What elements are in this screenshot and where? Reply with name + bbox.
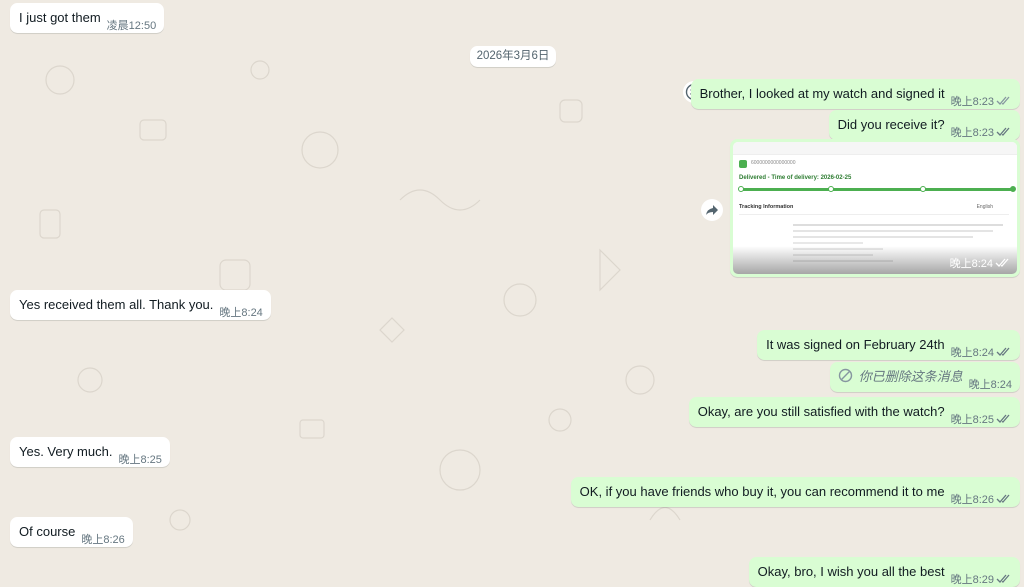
double-check-icon [996,127,1010,136]
message-time: 凌晨12:50 [106,20,157,32]
language-select: English [976,204,993,210]
message-text: Of course [19,524,76,539]
message-time: 晚上8:24 [219,307,263,319]
tracking-status: Delivered - Time of delivery: 2026-02-25 [739,175,852,181]
outgoing-message[interactable]: OK, if you have friends who buy it, you … [570,477,1020,507]
outgoing-message[interactable]: Did you receive it? 晚上8:23 [828,110,1020,140]
double-check-icon [996,494,1010,503]
message-text: Yes. Very much. [19,444,113,459]
message-time: 晚上8:24 [968,379,1012,391]
message-time: 晚上8:26 [951,493,1012,506]
message-text: Okay, are you still satisfied with the w… [697,404,945,419]
message-time: 晚上8:24 [951,346,1012,359]
incoming-message[interactable]: I just got them 凌晨12:50 [10,3,165,33]
prohibited-icon [838,368,852,383]
message-text: Okay, bro, I wish you all the best [757,564,945,579]
message-time: 晚上8:26 [81,534,125,546]
message-time: 晚上8:23 [951,95,1012,108]
incoming-message[interactable]: Yes received them all. Thank you. 晚上8:24 [10,290,271,320]
double-check-icon [996,347,1010,356]
message-text: Did you receive it? [837,117,945,132]
message-time: 晚上8:24 [950,255,1011,271]
message-text: I just got them [19,10,101,25]
double-check-icon [996,96,1010,105]
message-text: Brother, I looked at my watch and signed… [699,86,945,101]
double-check-icon [996,574,1010,583]
outgoing-message[interactable]: It was signed on February 24th 晚上8:24 [757,330,1020,360]
outgoing-message[interactable]: Okay, bro, I wish you all the best 晚上8:29 [748,557,1020,587]
double-check-icon [995,258,1009,267]
forward-button[interactable] [701,199,723,221]
forward-icon [706,205,718,215]
message-time: 晚上8:29 [951,573,1012,586]
outgoing-message[interactable]: Okay, are you still satisfied with the w… [688,397,1020,427]
tracking-screenshot[interactable]: 6000000000000000 Delivered - Time of del… [733,142,1017,274]
message-text: OK, if you have friends who buy it, you … [579,484,945,499]
deleted-message[interactable]: 你已删除这条消息晚上8:24 [829,362,1020,392]
message-text: Yes received them all. Thank you. [19,297,214,312]
outgoing-message[interactable]: Brother, I looked at my watch and signed… [690,79,1020,109]
incoming-message[interactable]: Of course 晚上8:26 [10,517,133,547]
message-text: It was signed on February 24th [766,337,945,352]
double-check-icon [996,414,1010,423]
image-message[interactable]: 6000000000000000 Delivered - Time of del… [730,139,1020,277]
tracking-label: Tracking Information [739,204,794,210]
message-time: 晚上8:25 [951,413,1012,426]
message-time: 晚上8:23 [951,126,1012,139]
date-divider: 2026年3月6日 [470,46,556,67]
message-text: 你已删除这条消息 [858,369,963,384]
message-time: 晚上8:25 [118,454,162,466]
incoming-message[interactable]: Yes. Very much. 晚上8:25 [10,437,170,467]
